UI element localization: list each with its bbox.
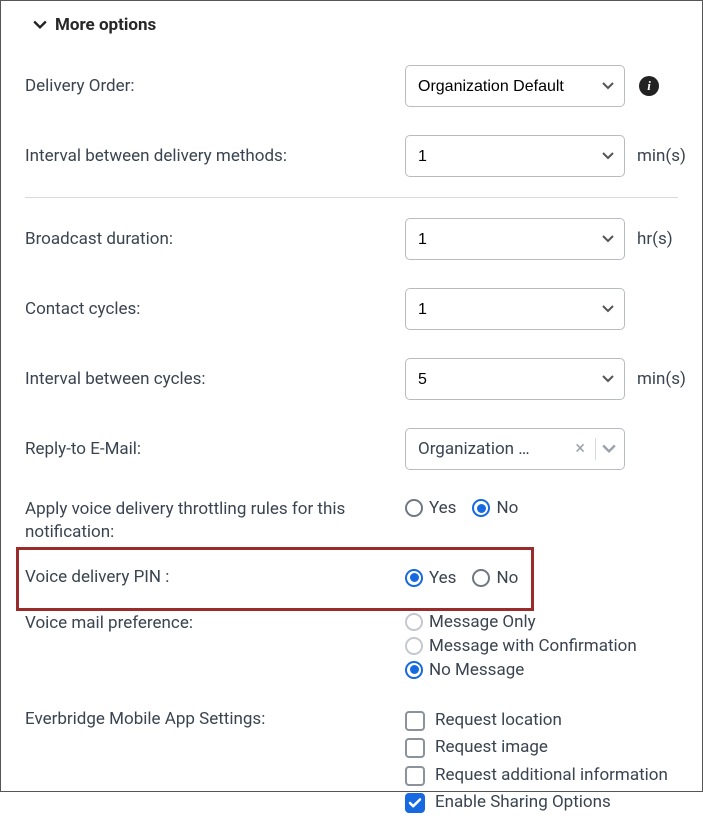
radio-throttling-no-label: No (496, 498, 518, 518)
radio-group-voicemail: Message Only Message with Confirmation N… (405, 612, 678, 680)
label-delivery-order: Delivery Order: (25, 75, 405, 98)
select-interval-cycles[interactable]: 5 (405, 358, 625, 400)
radio-voicemail-message-only[interactable] (405, 613, 423, 631)
divider (25, 197, 678, 198)
label-broadcast-duration: Broadcast duration: (25, 228, 405, 251)
radio-voicemail-with-confirmation[interactable] (405, 637, 423, 655)
radio-throttling-no[interactable] (472, 499, 490, 517)
row-mobile-settings: Everbridge Mobile App Settings: Request … (25, 694, 678, 830)
suffix-interval-cycles: min(s) (637, 369, 686, 389)
suffix-broadcast-duration: hr(s) (637, 229, 673, 249)
select-interval-methods[interactable]: 1 (405, 135, 625, 177)
row-interval-cycles: Interval between cycles: 5 min(s) (25, 344, 678, 414)
select-broadcast-duration[interactable]: 1 (405, 218, 625, 260)
chevron-down-icon (33, 18, 47, 32)
checkbox-enable-sharing-label: Enable Sharing Options (435, 790, 611, 816)
radio-group-voice-pin: Yes No (405, 568, 518, 588)
radio-voice-pin-no-label: No (496, 568, 518, 588)
label-mobile-settings: Everbridge Mobile App Settings: (25, 708, 405, 731)
row-contact-cycles: Contact cycles: 1 (25, 274, 678, 344)
checkbox-enable-sharing[interactable] (405, 793, 425, 813)
radio-voice-pin-yes[interactable] (405, 569, 423, 587)
suffix-interval-methods: min(s) (637, 146, 686, 166)
separator (595, 438, 596, 460)
section-title: More options (55, 15, 156, 35)
radio-throttling-yes[interactable] (405, 499, 423, 517)
checkbox-request-image-label: Request image (435, 735, 548, 761)
radio-voicemail-message-only-label: Message Only (429, 612, 536, 632)
row-throttling: Apply voice delivery throttling rules fo… (25, 484, 678, 550)
radio-voicemail-no-message[interactable] (405, 661, 423, 679)
checkbox-request-image[interactable] (405, 738, 425, 758)
radio-voice-pin-no[interactable] (472, 569, 490, 587)
clear-icon[interactable]: × (571, 440, 589, 458)
more-options-panel: More options Delivery Order: Organizatio… (0, 0, 703, 792)
radio-throttling-yes-label: Yes (429, 498, 456, 518)
row-voice-pin: Voice delivery PIN : Yes No (25, 550, 678, 606)
select-delivery-order[interactable]: Organization Default (405, 65, 625, 107)
info-icon[interactable]: i (639, 76, 659, 96)
row-reply-to: Reply-to E-Mail: Organization … × (25, 414, 678, 484)
radio-voice-pin-yes-label: Yes (429, 568, 456, 588)
row-broadcast-duration: Broadcast duration: 1 hr(s) (25, 204, 678, 274)
label-interval-cycles: Interval between cycles: (25, 368, 405, 391)
radio-voicemail-with-confirmation-label: Message with Confirmation (429, 636, 637, 656)
label-interval-methods: Interval between delivery methods: (25, 145, 405, 168)
label-voicemail: Voice mail preference: (25, 612, 405, 635)
checkbox-request-location-label: Request location (435, 708, 562, 734)
row-delivery-order: Delivery Order: Organization Default i (25, 51, 678, 121)
select-contact-cycles[interactable]: 1 (405, 288, 625, 330)
row-voicemail: Voice mail preference: Message Only Mess… (25, 606, 678, 694)
combo-reply-to[interactable]: Organization … × (405, 428, 625, 470)
checkbox-request-additional-label: Request additional information (435, 763, 668, 789)
checkbox-group-mobile: Request location Request image Request a… (405, 708, 678, 816)
checkbox-request-additional[interactable] (405, 766, 425, 786)
row-interval-methods: Interval between delivery methods: 1 min… (25, 121, 678, 191)
label-voice-pin: Voice delivery PIN : (25, 566, 405, 589)
section-header[interactable]: More options (33, 15, 678, 35)
checkbox-request-location[interactable] (405, 711, 425, 731)
radio-voicemail-no-message-label: No Message (429, 660, 524, 680)
chevron-down-icon[interactable] (602, 439, 616, 459)
label-contact-cycles: Contact cycles: (25, 298, 405, 321)
radio-group-throttling: Yes No (405, 498, 518, 518)
combo-reply-to-value: Organization … (418, 439, 565, 459)
label-reply-to: Reply-to E-Mail: (25, 438, 405, 461)
label-throttling: Apply voice delivery throttling rules fo… (25, 498, 405, 544)
